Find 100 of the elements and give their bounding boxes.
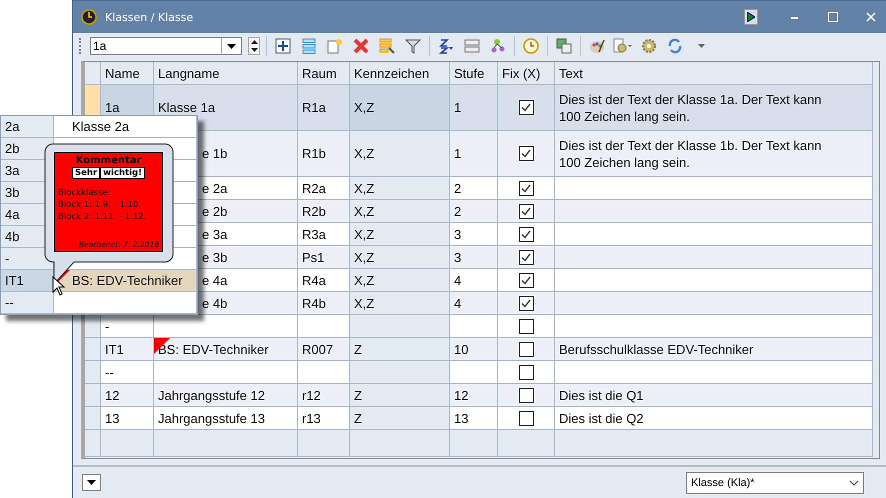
table-cell: 2: [450, 200, 498, 223]
list-item[interactable]: -: [1, 248, 54, 270]
checkbox[interactable]: [518, 364, 534, 380]
checkmark-icon: [521, 206, 531, 216]
table-cell: X,Z: [350, 246, 450, 269]
list-item[interactable]: Klasse 2a: [54, 116, 197, 138]
gear-icon[interactable]: [641, 38, 657, 54]
clock-icon[interactable]: [523, 38, 539, 54]
comment-title: Kommentar: [76, 155, 142, 166]
view-select[interactable]: Klasse (Kla)*: [686, 472, 864, 494]
caret-icon: [227, 44, 236, 48]
checkmark-icon: [521, 298, 531, 308]
checkbox[interactable]: [518, 388, 534, 402]
window-title: Klassen / Klasse: [105, 10, 194, 24]
dropdown-button[interactable]: [82, 474, 101, 491]
checkmark-icon: [521, 149, 531, 158]
sort-icon[interactable]: [438, 38, 454, 54]
play-button[interactable]: [744, 9, 758, 25]
table-cell: Dies ist der Text der Klasse 1a. Der Text kann 100 Zeichen lang sein.: [555, 85, 873, 131]
table-cell: 4: [450, 292, 498, 315]
column-header[interactable]: Text: [555, 62, 873, 85]
checkmark-icon: [521, 252, 531, 262]
table-cell: 13: [101, 407, 154, 430]
table-cell: 12: [450, 384, 498, 407]
table-cell: X,Z: [350, 177, 450, 200]
table-cell: Z: [350, 384, 450, 407]
list-item[interactable]: IT1: [1, 270, 54, 292]
column-header[interactable]: Langname: [154, 62, 298, 85]
filter-icon[interactable]: [405, 38, 421, 54]
checkbox[interactable]: [518, 100, 534, 115]
table-cell: R2b: [298, 200, 350, 223]
column-header[interactable]: Stufe: [450, 62, 498, 85]
comment-tag: wichtig!: [100, 167, 145, 179]
comment-line: Block 2: 1.11. - 1.12.: [58, 211, 146, 223]
checkbox[interactable]: [518, 410, 534, 426]
column-header[interactable]: Raum: [298, 62, 350, 85]
refresh-icon[interactable]: [667, 38, 683, 54]
document-gear-icon[interactable]: [613, 38, 633, 54]
delete-icon[interactable]: [353, 38, 369, 54]
toolbar-grip[interactable]: [79, 38, 84, 54]
list-item[interactable]: BS: EDV-Techniker: [54, 270, 197, 292]
table-cell: r13: [298, 407, 350, 430]
table-cell: 4: [450, 269, 498, 292]
table-cell: X,Z: [350, 85, 450, 131]
column-header[interactable]: Fix (X): [498, 62, 555, 85]
table-cell: X,Z: [350, 292, 450, 315]
grid-move-icon[interactable]: [275, 38, 291, 54]
table-cell: Z: [350, 407, 450, 430]
table-cell: 10: [450, 338, 498, 361]
table-cell: Jahrgangsstufe 12: [154, 384, 298, 407]
table-cell: X,Z: [350, 269, 450, 292]
column-header[interactable]: Kennzeichen: [350, 62, 450, 85]
comment-line: Blockklasse:: [58, 187, 110, 199]
new-document-icon[interactable]: [327, 38, 343, 54]
maximize-icon[interactable]: [828, 12, 838, 22]
table-cell: R1b: [298, 131, 350, 177]
table-cell: R2a: [298, 177, 350, 200]
checkmark-icon: [521, 230, 531, 238]
table-cell: R1a: [298, 85, 350, 131]
table-cell: IT1: [101, 338, 154, 361]
table-cell: 12: [101, 384, 154, 407]
table-cell: 2: [450, 177, 498, 200]
table-cell: r12: [298, 384, 350, 407]
table-cell: [298, 361, 350, 384]
comment-line: Block 1: 1.9. - 1.10.: [58, 199, 141, 211]
checkbox[interactable]: [518, 250, 534, 264]
checkbox[interactable]: [518, 146, 534, 161]
list-item[interactable]: --: [1, 292, 54, 314]
checkbox[interactable]: [518, 296, 534, 310]
nodes-icon[interactable]: [490, 38, 506, 54]
table-cell: Dies ist die Q2: [555, 407, 873, 430]
table-cell: R4b: [298, 292, 350, 315]
table-cell: --: [101, 361, 154, 384]
table-cell: Dies ist die Q1: [555, 384, 873, 407]
table-cell: [298, 315, 350, 338]
table-cell: R4a: [298, 269, 350, 292]
caret-icon[interactable]: [698, 44, 704, 48]
palette-icon[interactable]: [589, 38, 605, 54]
checkbox[interactable]: [518, 180, 534, 196]
table-cell: X,Z: [350, 223, 450, 246]
checkbox[interactable]: [518, 318, 534, 334]
edit-list-icon[interactable]: [379, 38, 395, 54]
table-cell: Jahrgangsstufe 13: [154, 407, 298, 430]
spin-button[interactable]: [248, 37, 260, 55]
column-header[interactable]: Name: [101, 62, 154, 85]
checkbox[interactable]: [518, 204, 534, 218]
close-icon[interactable]: [866, 12, 876, 22]
table-cell: Berufsschulklasse EDV-Techniker: [555, 338, 873, 361]
table-cell: R3a: [298, 223, 350, 246]
list-item[interactable]: 2a: [1, 116, 54, 138]
class-combo[interactable]: 1a: [90, 37, 242, 55]
checkbox[interactable]: [518, 342, 534, 356]
table-cell: 1: [450, 85, 498, 131]
calculator-icon[interactable]: [556, 38, 572, 54]
comment-tag: Sehr: [72, 167, 100, 179]
checkmark-icon: [521, 103, 531, 112]
table-cell: Z: [350, 338, 450, 361]
checkbox[interactable]: [518, 272, 534, 288]
checkbox[interactable]: [518, 226, 534, 242]
grid-icon[interactable]: [464, 38, 480, 54]
